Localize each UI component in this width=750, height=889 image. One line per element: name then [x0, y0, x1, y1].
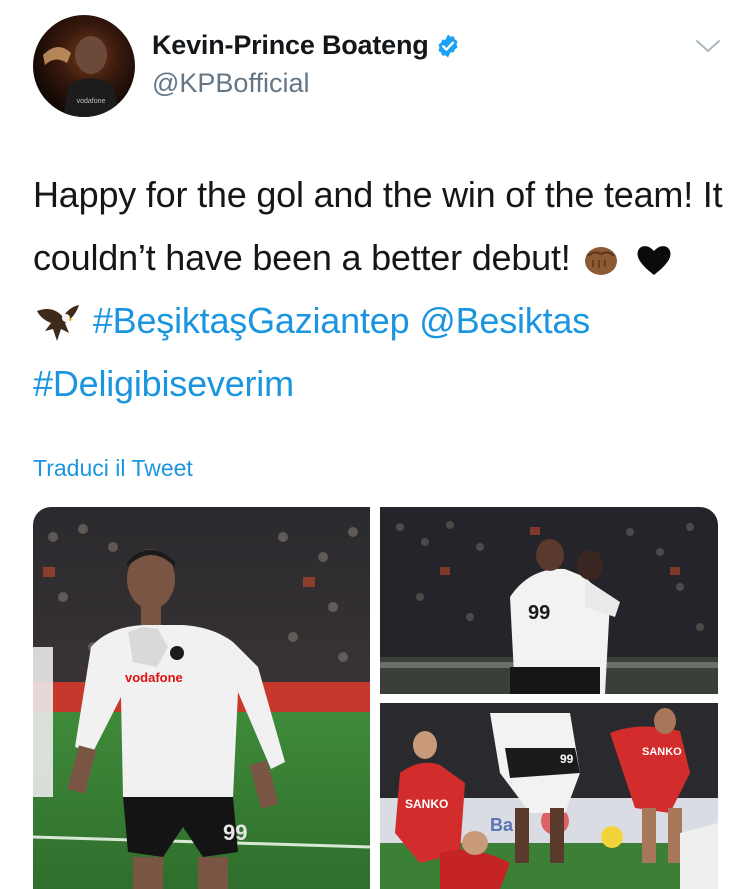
- chevron-down-icon[interactable]: [694, 36, 722, 56]
- match-action-photo-icon: Ba SANKO 99 SANKO: [380, 703, 718, 889]
- media-grid: vodafone 99 99 Ba SANKO 99 SANKO: [33, 507, 718, 889]
- svg-text:SANKO: SANKO: [642, 746, 682, 758]
- svg-text:99: 99: [223, 820, 247, 845]
- svg-text:vodafone: vodafone: [125, 670, 183, 685]
- black-heart-emoji-icon: [637, 246, 671, 276]
- mention-besiktas-link[interactable]: @Besiktas: [419, 300, 590, 341]
- svg-text:Ba: Ba: [490, 815, 514, 835]
- hashtag-besiktas-gaziantep-link[interactable]: #BeşiktaşGaziantep: [93, 300, 410, 341]
- player-portrait-avatar-icon: vodafone: [43, 36, 121, 117]
- verified-badge-icon: [438, 34, 458, 57]
- svg-text:SANKO: SANKO: [405, 797, 448, 811]
- hashtag-deligibiseverim-link[interactable]: #Deligibiseverim: [33, 363, 294, 404]
- svg-text:vodafone: vodafone: [77, 98, 106, 105]
- author-avatar[interactable]: vodafone: [33, 15, 135, 117]
- players-hugging-photo-icon: 99: [380, 507, 718, 694]
- svg-text:99: 99: [528, 602, 550, 624]
- translate-tweet-link[interactable]: Traduci il Tweet: [33, 455, 193, 482]
- media-photo-3[interactable]: Ba SANKO 99 SANKO: [380, 703, 718, 889]
- flexed-fist-emoji-icon: [585, 247, 618, 276]
- svg-text:99: 99: [560, 752, 574, 766]
- eagle-emoji-icon: [37, 305, 79, 342]
- author-display-name[interactable]: Kevin-Prince Boateng: [152, 30, 429, 61]
- media-photo-2[interactable]: 99: [380, 507, 718, 694]
- player-celebration-photo-icon: vodafone 99: [33, 507, 370, 889]
- author-name-row[interactable]: Kevin-Prince Boateng: [152, 30, 461, 61]
- media-photo-1[interactable]: vodafone 99: [33, 507, 370, 889]
- author-handle[interactable]: @KPBofficial: [152, 68, 309, 99]
- tweet-text: Happy for the gol and the win of the tea…: [33, 163, 723, 415]
